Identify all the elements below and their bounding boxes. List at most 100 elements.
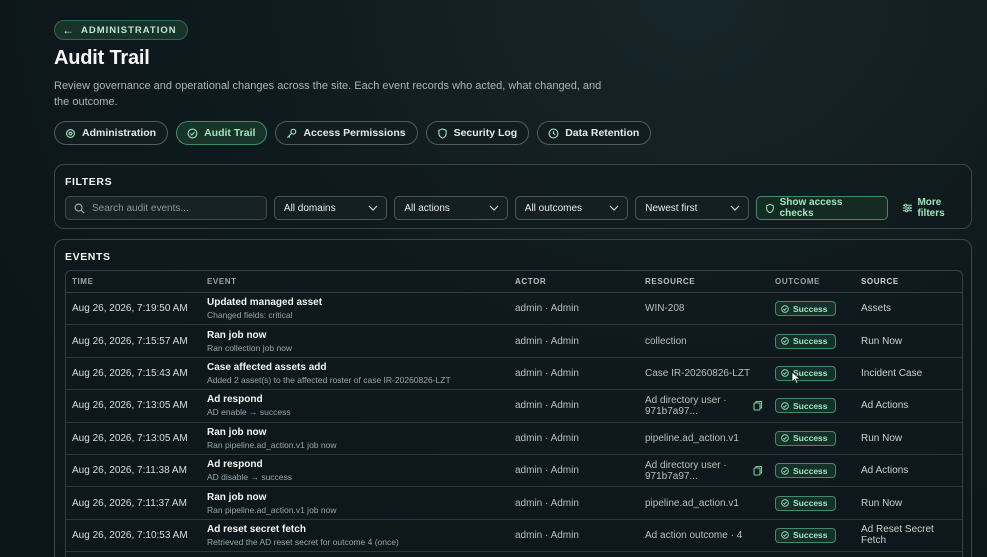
event-time: Aug 26, 2026, 7:13:05 AM bbox=[72, 400, 188, 412]
table-row[interactable]: Aug 26, 2026, 7:13:05 AM Ran job now Ran p… bbox=[66, 423, 962, 455]
chevron-down-icon bbox=[368, 205, 378, 211]
event-source: Ad Actions bbox=[861, 400, 909, 412]
event-time: Aug 26, 2026, 7:10:53 AM bbox=[72, 529, 188, 541]
event-detail: AD enable → success bbox=[207, 407, 291, 418]
tab-security-log[interactable]: Security Log bbox=[425, 121, 530, 145]
status-badge-label: Success bbox=[793, 465, 828, 476]
column-header-source[interactable]: SOURCE bbox=[861, 277, 961, 286]
column-header-event[interactable]: EVENT bbox=[207, 277, 515, 286]
outcome-cell: Success bbox=[775, 398, 861, 414]
check-circle-icon bbox=[781, 499, 789, 507]
show-access-checks-label: Show access checks bbox=[779, 197, 843, 219]
outcome-select[interactable]: All outcomes bbox=[514, 196, 629, 220]
tab-data-retention[interactable]: Data Retention bbox=[537, 121, 652, 145]
table-row[interactable]: Aug 26, 2026, 7:11:38 AM Ad respond AD dis… bbox=[66, 455, 962, 488]
event-time: Aug 26, 2026, 7:15:43 AM bbox=[72, 367, 188, 379]
event-source: Run Now bbox=[861, 335, 903, 347]
event-cell: Ran job now Ran pipeline.ad_action.v1 job… bbox=[207, 427, 515, 450]
event-cell: Updated managed asset Changed fields: cri… bbox=[207, 297, 515, 320]
column-header-resource[interactable]: RESOURCE bbox=[645, 277, 775, 286]
more-filters-button[interactable]: More filters bbox=[902, 197, 972, 219]
outcome-cell: Success bbox=[775, 463, 861, 479]
status-badge: Success bbox=[775, 398, 836, 414]
event-cell: Ad reset secret fetch Retrieved the AD re… bbox=[207, 524, 515, 547]
event-detail: Ran pipeline.ad_action.v1 job now bbox=[207, 439, 337, 450]
status-badge-label: Success bbox=[793, 336, 828, 347]
resource-text: collection bbox=[645, 335, 687, 347]
status-badge: Success bbox=[775, 333, 836, 349]
check-circle-icon bbox=[781, 304, 789, 313]
check-circle-icon bbox=[781, 369, 789, 378]
search-input[interactable] bbox=[92, 202, 252, 214]
tab-access-permissions[interactable]: Access Permissions bbox=[275, 121, 418, 145]
event-time: Aug 26, 2026, 7:11:38 AM bbox=[72, 465, 187, 477]
search-box[interactable] bbox=[65, 196, 267, 220]
event-actor: admin · Admin bbox=[515, 529, 579, 541]
event-title: Ad respond bbox=[207, 394, 263, 406]
page-title: Audit Trail bbox=[54, 47, 150, 69]
event-actor: admin · Admin bbox=[515, 497, 579, 509]
event-source: Run Now bbox=[861, 497, 903, 509]
event-title: Updated managed asset bbox=[207, 297, 323, 309]
table-row[interactable]: Aug 26, 2026, 7:15:57 AM Ran job now Ran c… bbox=[66, 325, 962, 358]
tab-audit-trail[interactable]: Audit Trail bbox=[176, 121, 268, 145]
event-title: Ad reset secret fetch bbox=[207, 523, 306, 535]
outcome-cell: Success bbox=[775, 365, 861, 381]
column-header-outcome[interactable]: OUTCOME bbox=[775, 277, 861, 286]
domain-select[interactable]: All domains bbox=[273, 196, 388, 220]
shield-icon bbox=[437, 127, 447, 139]
arrow-left-icon: ← bbox=[62, 23, 75, 37]
events-title: EVENTS bbox=[65, 251, 111, 263]
back-to-administration[interactable]: ← ADMINISTRATION bbox=[54, 20, 188, 40]
tab-label: Access Permissions bbox=[303, 127, 406, 139]
column-header-actor[interactable]: ACTOR bbox=[515, 277, 645, 286]
outcome-cell: Success bbox=[775, 301, 861, 317]
event-source: Assets bbox=[861, 303, 892, 315]
resource-line: Ad directory user · bbox=[645, 459, 727, 471]
event-actor: admin · Admin bbox=[515, 400, 579, 412]
event-detail: Added 2 asset(s) to the affected roster … bbox=[207, 374, 451, 385]
event-time: Aug 26, 2026, 7:15:57 AM bbox=[72, 335, 188, 347]
event-actor: admin · Admin bbox=[515, 335, 579, 347]
outcome-select-value: All outcomes bbox=[524, 202, 583, 214]
sliders-icon bbox=[902, 203, 912, 213]
event-time: Aug 26, 2026, 7:19:50 AM bbox=[72, 303, 188, 315]
event-source: Ad Actions bbox=[861, 465, 909, 477]
tab-label: Administration bbox=[82, 127, 157, 139]
table-row[interactable]: Aug 26, 2026, 7:10:53 AM Ad reset secret … bbox=[66, 520, 962, 553]
filters-title: FILTERS bbox=[65, 176, 113, 188]
resource-cell: WIN-208 bbox=[645, 303, 775, 314]
column-header-time[interactable]: TIME bbox=[66, 277, 207, 286]
copy-icon[interactable] bbox=[753, 400, 763, 411]
shield-icon bbox=[765, 203, 774, 213]
sort-select[interactable]: Newest first bbox=[635, 196, 749, 220]
status-badge: Success bbox=[775, 463, 836, 479]
event-detail: Retrieved the AD reset secret for outcom… bbox=[207, 536, 399, 547]
resource-cell: pipeline.ad_action.v1 bbox=[645, 433, 775, 444]
copy-icon[interactable] bbox=[753, 465, 763, 476]
event-time: Aug 26, 2026, 7:11:37 AM bbox=[72, 497, 187, 509]
domain-select-value: All domains bbox=[283, 202, 336, 214]
page-description: Review governance and operational change… bbox=[54, 80, 602, 108]
status-badge: Success bbox=[775, 495, 836, 511]
check-circle-icon bbox=[781, 434, 789, 443]
table-row[interactable]: Aug 26, 2026, 7:15:43 AM Case affected as… bbox=[66, 358, 962, 391]
chevron-down-icon bbox=[609, 205, 619, 211]
resource-text: Ad directory user · 971b7a97... bbox=[645, 460, 727, 482]
resource-cell: Ad directory user · 971b7a97... bbox=[645, 460, 775, 482]
show-access-checks-button[interactable]: Show access checks bbox=[755, 196, 888, 220]
event-cell: Ran job now Ran pipeline.ad_action.v1 job… bbox=[207, 492, 515, 515]
breadcrumb-label: ADMINISTRATION bbox=[81, 24, 177, 36]
tab-administration[interactable]: Administration bbox=[54, 121, 169, 145]
action-select[interactable]: All actions bbox=[394, 196, 508, 220]
event-title: Ran job now bbox=[207, 329, 267, 341]
table-row[interactable]: Aug 26, 2026, 7:11:37 AM Ran job now Ran p… bbox=[66, 487, 962, 520]
table-row[interactable]: Aug 26, 2026, 7:13:05 AM Ad respond AD ena… bbox=[66, 390, 962, 423]
resource-cell: Ad action outcome · 4 bbox=[645, 530, 775, 541]
table-header: TIME EVENT ACTOR RESOURCE OUTCOME SOURCE bbox=[66, 271, 962, 293]
table-row[interactable]: Aug 26, 2026, 7:19:50 AM Updated managed … bbox=[66, 293, 962, 326]
status-badge: Success bbox=[775, 430, 836, 446]
event-title: Ad respond bbox=[207, 459, 263, 471]
gear-icon bbox=[66, 128, 75, 138]
event-cell: Case affected assets add Added 2 asset(s)… bbox=[207, 362, 515, 385]
